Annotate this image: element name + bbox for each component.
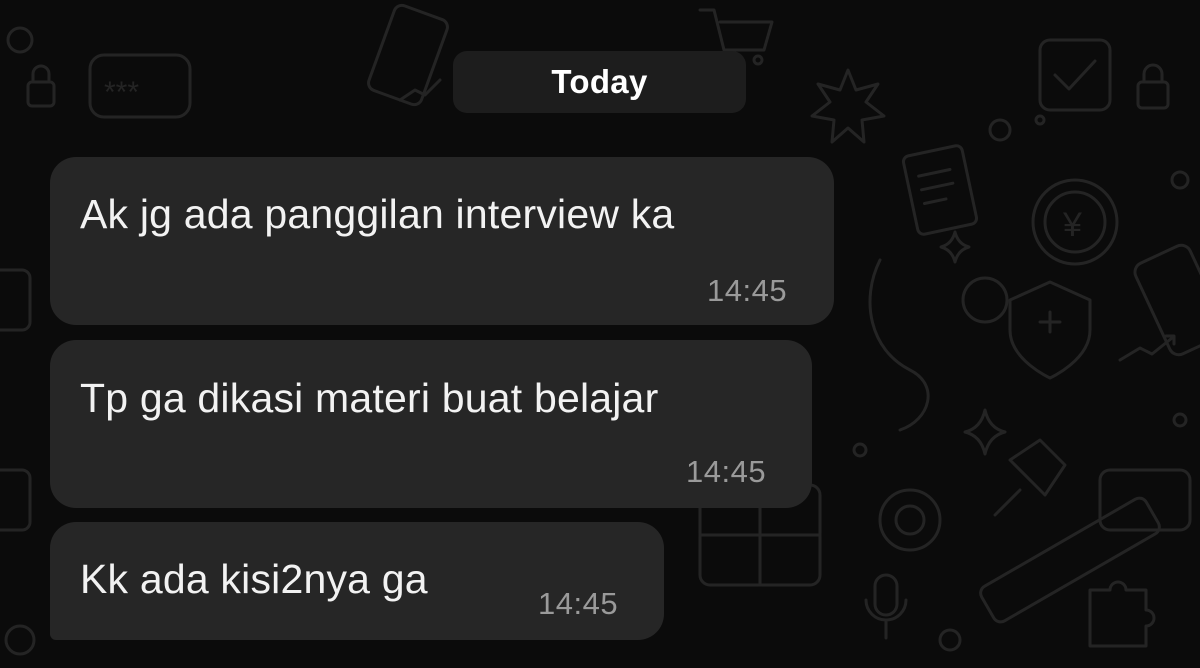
message-bubble[interactable]: Kk ada kisi2nya ga 14:45 (50, 522, 664, 640)
message-text: Kk ada kisi2nya ga (80, 556, 428, 602)
message-bubble[interactable]: Ak jg ada panggilan interview ka 14:45 (50, 157, 834, 325)
message-text: Ak jg ada panggilan interview ka (80, 191, 675, 237)
svg-text:***: *** (104, 76, 139, 109)
svg-text:¥: ¥ (1062, 206, 1082, 244)
message-timestamp: 14:45 (707, 273, 788, 308)
message-timestamp: 14:45 (686, 454, 767, 489)
date-separator: Today (453, 51, 746, 113)
message-timestamp: 14:45 (538, 586, 619, 621)
message-text: Tp ga dikasi materi buat belajar (80, 375, 659, 421)
message-bubble[interactable]: Tp ga dikasi materi buat belajar 14:45 (50, 340, 812, 508)
